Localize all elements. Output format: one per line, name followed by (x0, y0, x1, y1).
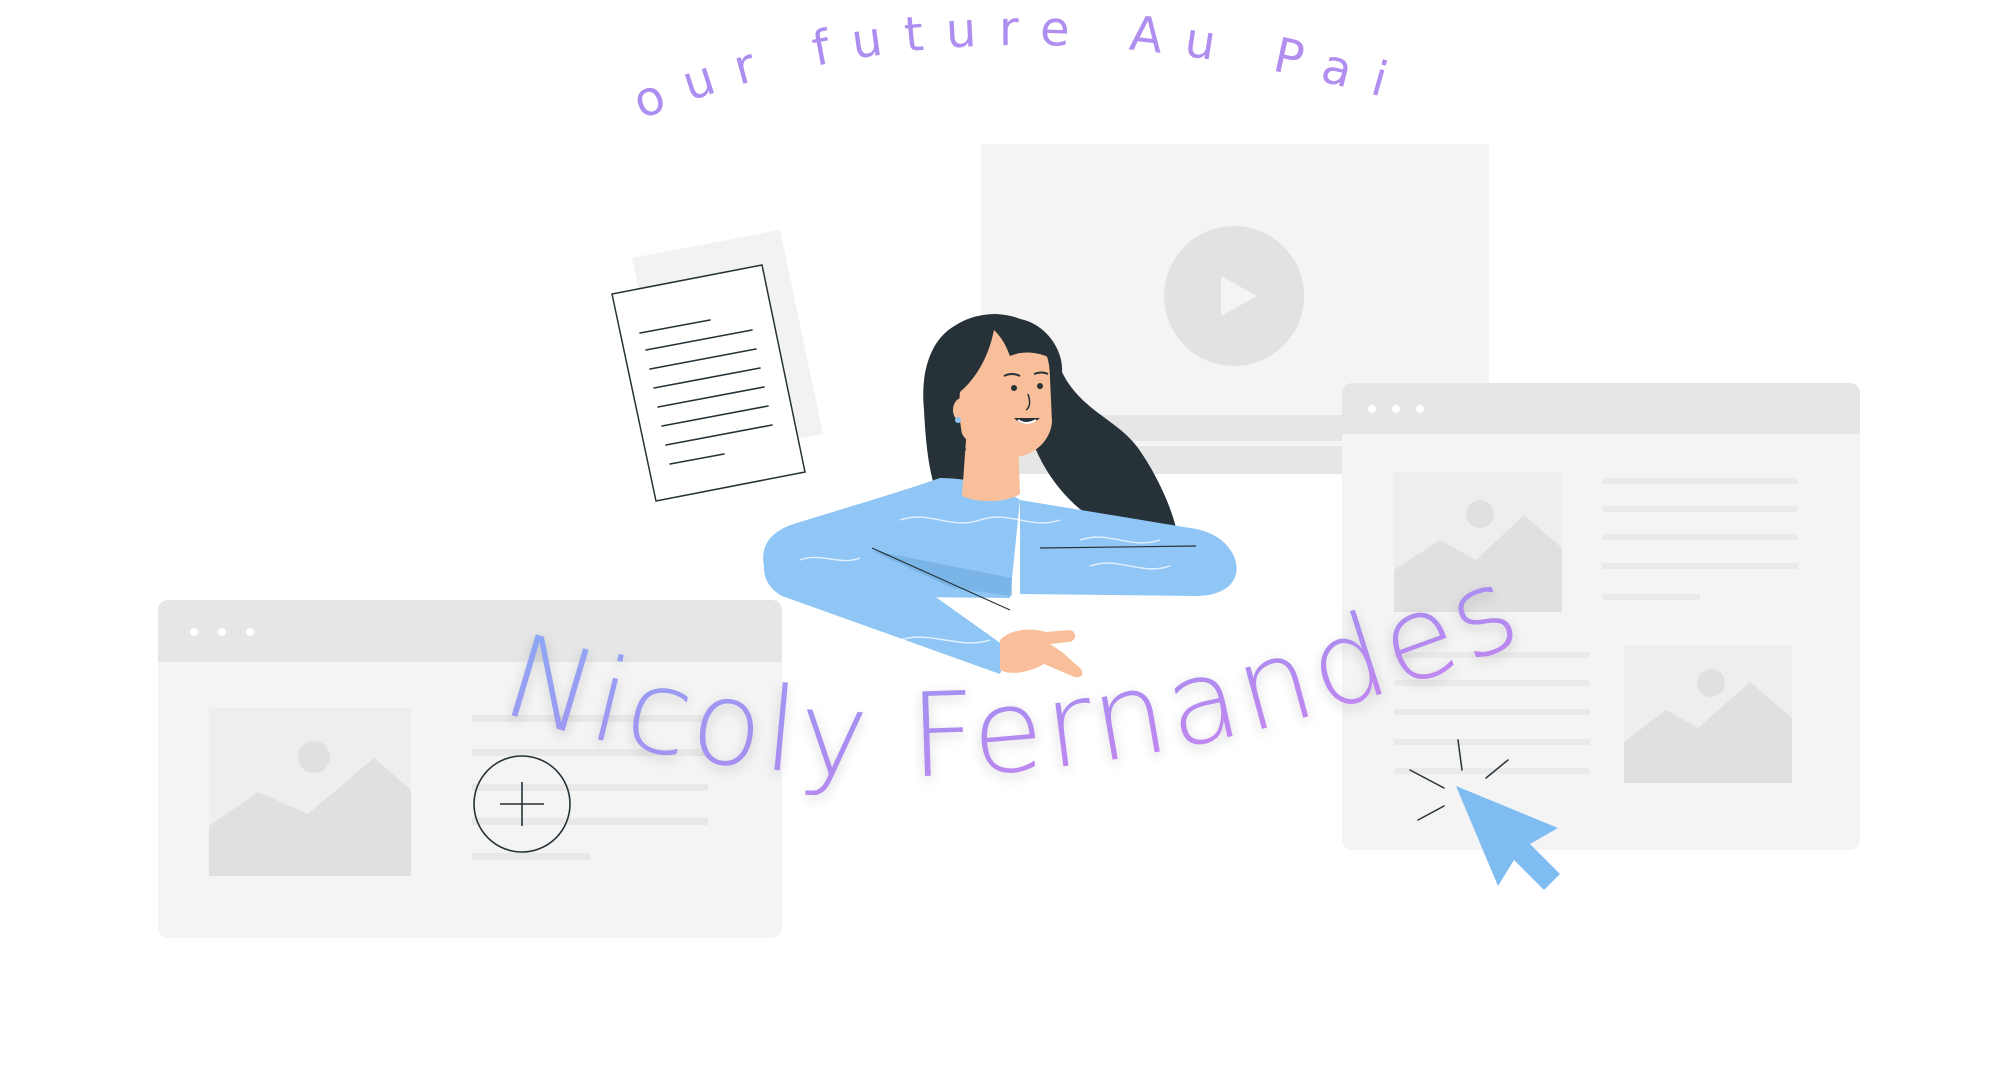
play-icon (1164, 226, 1304, 366)
image-placeholder-icon (1624, 645, 1792, 783)
tagline: Your future Au Pair! (0, 0, 1415, 130)
document-icon (611, 230, 823, 502)
image-placeholder-icon (209, 708, 411, 876)
hero-banner: Your future Au Pair! Nicoly Fernandes (0, 0, 2000, 1088)
illustration-canvas: Your future Au Pair! Nicoly Fernandes (0, 0, 1860, 938)
